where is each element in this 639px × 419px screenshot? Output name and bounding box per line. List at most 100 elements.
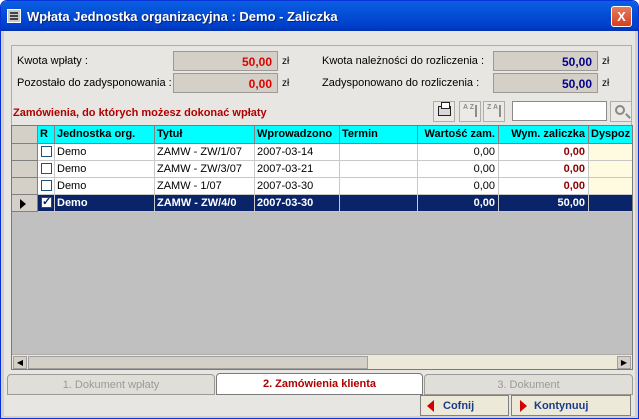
- scroll-right-icon[interactable]: ▶: [617, 356, 631, 369]
- row-checkbox-cell[interactable]: [38, 161, 55, 178]
- kwota-wplaty-label: Kwota wpłaty :: [17, 55, 88, 67]
- cell-wprowadzono[interactable]: 2007-03-30: [255, 178, 340, 195]
- horizontal-scrollbar[interactable]: ◀ ▶: [12, 354, 632, 369]
- continue-button[interactable]: Kontynuuj: [511, 395, 631, 416]
- current-row-pointer-icon: [20, 199, 26, 209]
- row-checkbox[interactable]: [41, 163, 52, 174]
- scroll-left-icon[interactable]: ◀: [13, 356, 27, 369]
- back-button[interactable]: Cofnij: [420, 395, 509, 416]
- sort-desc-icon: Z A: [487, 104, 499, 111]
- arrow-right-icon: [520, 400, 527, 412]
- cell-jednostka[interactable]: Demo: [55, 161, 155, 178]
- cell-zaliczka[interactable]: 0,00: [499, 161, 589, 178]
- row-indicator[interactable]: [12, 195, 38, 212]
- row-checkbox-checked[interactable]: ✓: [41, 196, 52, 208]
- column-header-termin[interactable]: Termin: [340, 126, 418, 144]
- pozostalo-label: Pozostało do zadysponowania :: [17, 77, 172, 89]
- cell-dyspoz[interactable]: [589, 161, 632, 178]
- row-checkbox[interactable]: [41, 146, 52, 157]
- tab-dokument-wplaty[interactable]: 1. Dokument wpłaty: [7, 374, 215, 395]
- zadysponowano-value: 50,00: [493, 73, 598, 93]
- row-indicator[interactable]: [12, 161, 38, 178]
- cell-termin[interactable]: [340, 144, 418, 161]
- column-header-zaliczka[interactable]: Wym. zaliczka: [499, 126, 589, 144]
- cell-jednostka[interactable]: Demo: [55, 144, 155, 161]
- cell-tytul[interactable]: ZAMW - ZW/3/07: [155, 161, 255, 178]
- table-row[interactable]: Demo ZAMW - ZW/3/07 2007-03-21 0,00 0,00: [12, 161, 632, 178]
- close-button[interactable]: X: [611, 6, 632, 27]
- back-button-label: Cofnij: [443, 400, 475, 412]
- cell-jednostka[interactable]: Demo: [55, 178, 155, 195]
- tab-strip: 1. Dokument wpłaty 2. Zamówienia klienta…: [7, 373, 635, 395]
- column-header-jednostka[interactable]: Jednostka org.: [55, 126, 155, 144]
- grid-header: R Jednostka org. Tytuł Wprowadzono Termi…: [12, 126, 632, 144]
- section-title: Zamówienia, do których możesz dokonać wp…: [13, 107, 267, 119]
- row-checkbox-cell[interactable]: ✓: [38, 195, 55, 212]
- continue-button-label: Kontynuuj: [534, 400, 589, 412]
- table-row[interactable]: Demo ZAMW - ZW/1/07 2007-03-14 0,00 0,00: [12, 144, 632, 161]
- sort-arrow-icon: [499, 105, 501, 117]
- print-button[interactable]: [433, 101, 455, 122]
- cell-termin[interactable]: [340, 195, 418, 212]
- table-row-selected[interactable]: ✓ Demo ZAMW - ZW/4/0 2007-03-30 0,00 50,…: [12, 195, 632, 212]
- cell-zaliczka[interactable]: 0,00: [499, 178, 589, 195]
- cell-jednostka[interactable]: Demo: [55, 195, 155, 212]
- cell-dyspoz[interactable]: [589, 178, 632, 195]
- window-title: Wpłata Jednostka organizacyjna : Demo - …: [27, 9, 338, 24]
- app-icon: [7, 9, 21, 23]
- cell-tytul[interactable]: ZAMW - 1/07: [155, 178, 255, 195]
- cell-wartosc[interactable]: 0,00: [418, 195, 499, 212]
- cell-wartosc[interactable]: 0,00: [418, 161, 499, 178]
- dialog-window: Wpłata Jednostka organizacyjna : Demo - …: [0, 0, 639, 419]
- cell-wprowadzono[interactable]: 2007-03-30: [255, 195, 340, 212]
- row-indicator[interactable]: [12, 178, 38, 195]
- sort-arrow-icon: [475, 105, 477, 117]
- sort-asc-button[interactable]: A Z: [459, 101, 481, 122]
- sort-desc-button[interactable]: Z A: [483, 101, 505, 122]
- currency-label: zł: [282, 56, 290, 67]
- cell-wprowadzono[interactable]: 2007-03-14: [255, 144, 340, 161]
- row-checkbox[interactable]: [41, 180, 52, 191]
- row-indicator[interactable]: [12, 144, 38, 161]
- column-header-r[interactable]: R: [38, 126, 55, 144]
- title-bar[interactable]: Wpłata Jednostka organizacyjna : Demo - …: [1, 1, 638, 31]
- tab-zamowienia-klienta[interactable]: 2. Zamówienia klienta: [216, 373, 423, 395]
- column-header-wartosc[interactable]: Wartość zam.: [418, 126, 499, 144]
- currency-label: zł: [602, 78, 610, 89]
- column-header-wprowadzono[interactable]: Wprowadzono: [255, 126, 340, 144]
- pozostalo-value: 0,00: [173, 73, 278, 93]
- row-indicator-header: [12, 126, 38, 144]
- row-checkbox-cell[interactable]: [38, 178, 55, 195]
- naleznosci-label: Kwota należności do rozliczenia :: [322, 55, 485, 67]
- cell-tytul[interactable]: ZAMW - ZW/1/07: [155, 144, 255, 161]
- tab-dokument[interactable]: 3. Dokument: [424, 374, 633, 395]
- orders-grid[interactable]: R Jednostka org. Tytuł Wprowadzono Termi…: [11, 125, 633, 370]
- naleznosci-value: 50,00: [493, 51, 598, 71]
- scroll-thumb[interactable]: [28, 356, 368, 369]
- currency-label: zł: [282, 78, 290, 89]
- column-header-dyspoz[interactable]: Dyspoz: [589, 126, 632, 144]
- cell-zaliczka[interactable]: 0,00: [499, 144, 589, 161]
- zadysponowano-label: Zadysponowano do rozliczenia :: [322, 77, 480, 89]
- column-header-tytul[interactable]: Tytuł: [155, 126, 255, 144]
- cell-zaliczka[interactable]: 50,00: [499, 195, 589, 212]
- sort-asc-icon: A Z: [463, 104, 475, 111]
- search-icon: [615, 105, 625, 115]
- table-row[interactable]: Demo ZAMW - 1/07 2007-03-30 0,00 0,00: [12, 178, 632, 195]
- cell-dyspoz[interactable]: [589, 144, 632, 161]
- search-button[interactable]: [610, 101, 632, 122]
- arrow-left-icon: [427, 400, 434, 412]
- cell-termin[interactable]: [340, 161, 418, 178]
- cell-wartosc[interactable]: 0,00: [418, 144, 499, 161]
- cell-tytul[interactable]: ZAMW - ZW/4/0: [155, 195, 255, 212]
- row-checkbox-cell[interactable]: [38, 144, 55, 161]
- cell-dyspoz[interactable]: [589, 195, 632, 212]
- currency-label: zł: [602, 56, 610, 67]
- search-input[interactable]: [512, 101, 607, 121]
- cell-wprowadzono[interactable]: 2007-03-21: [255, 161, 340, 178]
- dialog-body: Kwota wpłaty : 50,00 zł Pozostało do zad…: [4, 31, 635, 416]
- cell-termin[interactable]: [340, 178, 418, 195]
- printer-icon: [438, 102, 451, 116]
- cell-wartosc[interactable]: 0,00: [418, 178, 499, 195]
- checkmark-icon: ✓: [42, 196, 52, 208]
